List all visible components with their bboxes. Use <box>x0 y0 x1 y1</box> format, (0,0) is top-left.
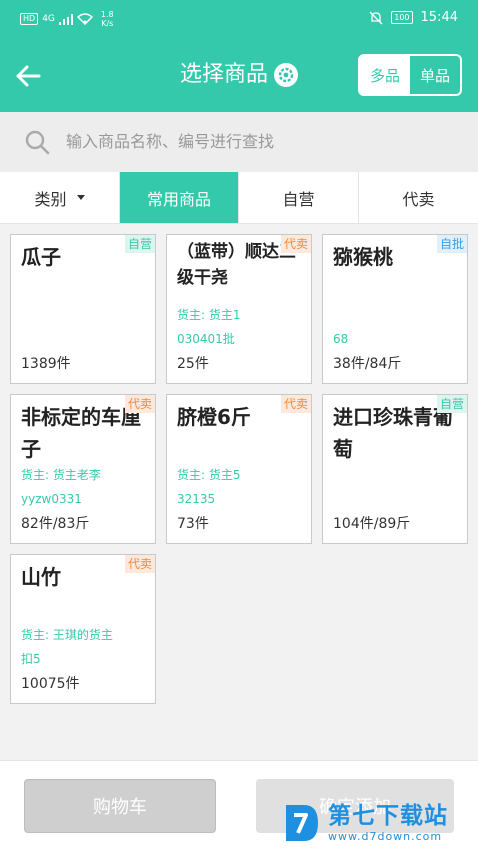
tab-category-label: 类别 <box>34 189 67 209</box>
product-name: 猕猴桃 <box>333 245 393 269</box>
search-bar[interactable]: 输入商品名称、编号进行查找 <box>0 112 478 172</box>
network-type: 4G <box>42 14 55 24</box>
caret-down-icon <box>76 195 85 200</box>
product-name: 瓜子 <box>21 245 61 269</box>
product-card[interactable]: 山竹 代卖 货主: 王琪的货主 扣5 10075件 <box>10 554 156 704</box>
tab-self-operated[interactable]: 自营 <box>239 172 359 223</box>
product-badge: 自营 <box>436 395 467 413</box>
product-name: 进口珍珠青葡萄 <box>333 405 453 461</box>
product-badge: 代卖 <box>280 395 311 413</box>
product-code: yyzw0331 <box>21 492 82 506</box>
product-code: 扣5 <box>21 652 41 666</box>
product-qty: 38件/84斤 <box>333 356 402 372</box>
product-qty: 1389件 <box>21 356 71 372</box>
product-qty: 73件 <box>177 516 209 532</box>
product-badge: 代卖 <box>124 395 155 413</box>
product-owner: 货主: 货主5 <box>177 468 241 482</box>
product-name: 脐橙6斤 <box>177 405 251 429</box>
network-speed: 1.8 K/s <box>101 10 114 28</box>
product-owner: 货主: 王琪的货主 <box>21 628 113 642</box>
product-card[interactable]: 瓜子 自营 1389件 <box>10 234 156 384</box>
product-qty: 10075件 <box>21 676 80 692</box>
watermark-name: 第七下载站 <box>328 803 448 829</box>
d7down-logo-icon <box>286 805 318 841</box>
status-bar: HD 4G 1.8 K/s 100 15:44 <box>0 0 478 36</box>
product-qty: 104件/89斤 <box>333 516 411 532</box>
signal-icon <box>58 13 73 25</box>
product-code: 68 <box>333 332 349 346</box>
category-tabs: 类别 常用商品 自营 代卖 <box>0 172 478 224</box>
product-card[interactable]: 非标定的车厘子 代卖 货主: 货主老李 yyzw0331 82件/83斤 <box>10 394 156 544</box>
mode-multi-button[interactable]: 多品 <box>360 56 410 94</box>
product-badge: 自批 <box>436 235 467 253</box>
tab-consignment[interactable]: 代卖 <box>359 172 478 223</box>
product-owner: 货主: 货主1 <box>177 308 241 322</box>
product-badge: 代卖 <box>124 555 155 573</box>
product-card[interactable]: 进口珍珠青葡萄 自营 104件/89斤 <box>322 394 468 544</box>
product-code: 32135 <box>177 492 216 506</box>
network-speed-unit: K/s <box>101 19 114 28</box>
tab-frequent[interactable]: 常用商品 <box>120 172 239 223</box>
tab-category[interactable]: 类别 <box>0 172 120 223</box>
product-qty: 25件 <box>177 356 209 372</box>
hd-icon: HD <box>20 13 39 25</box>
mute-bell-icon <box>369 11 383 24</box>
product-qty: 82件/83斤 <box>21 516 90 532</box>
search-input[interactable]: 输入商品名称、编号进行查找 <box>66 131 274 153</box>
cart-button[interactable]: 购物车 <box>24 779 216 833</box>
mode-toggle: 多品 单品 <box>358 54 462 96</box>
product-badge: 自营 <box>124 235 155 253</box>
watermark-url: www.d7down.com <box>328 830 443 843</box>
network-speed-value: 1.8 <box>100 10 114 19</box>
product-name: 非标定的车厘子 <box>21 405 141 461</box>
product-badge: 代卖 <box>280 235 311 253</box>
watermark: 第七下载站 www.d7down.com <box>282 798 474 848</box>
product-card[interactable]: （蓝带）顺达三级干尧 代卖 货主: 货主1 030401批 25件 <box>166 234 312 384</box>
product-name: 山竹 <box>21 565 61 589</box>
clock: 15:44 <box>420 10 458 25</box>
product-owner: 货主: 货主老李 <box>21 468 101 482</box>
search-icon <box>25 130 50 155</box>
page-title: 选择商品 <box>179 62 268 87</box>
product-code: 030401批 <box>177 332 235 346</box>
product-name: （蓝带）顺达三级干尧 <box>177 242 296 288</box>
wifi-icon <box>76 13 93 25</box>
product-card[interactable]: 猕猴桃 自批 68 38件/84斤 <box>322 234 468 384</box>
battery-icon: 100 <box>391 11 413 24</box>
app-header: HD 4G 1.8 K/s 100 15:44 选择商品 多品 单品 <box>0 0 478 112</box>
mode-single-button[interactable]: 单品 <box>410 56 460 94</box>
settings-icon[interactable] <box>274 63 298 87</box>
product-card[interactable]: 脐橙6斤 代卖 货主: 货主5 32135 73件 <box>166 394 312 544</box>
